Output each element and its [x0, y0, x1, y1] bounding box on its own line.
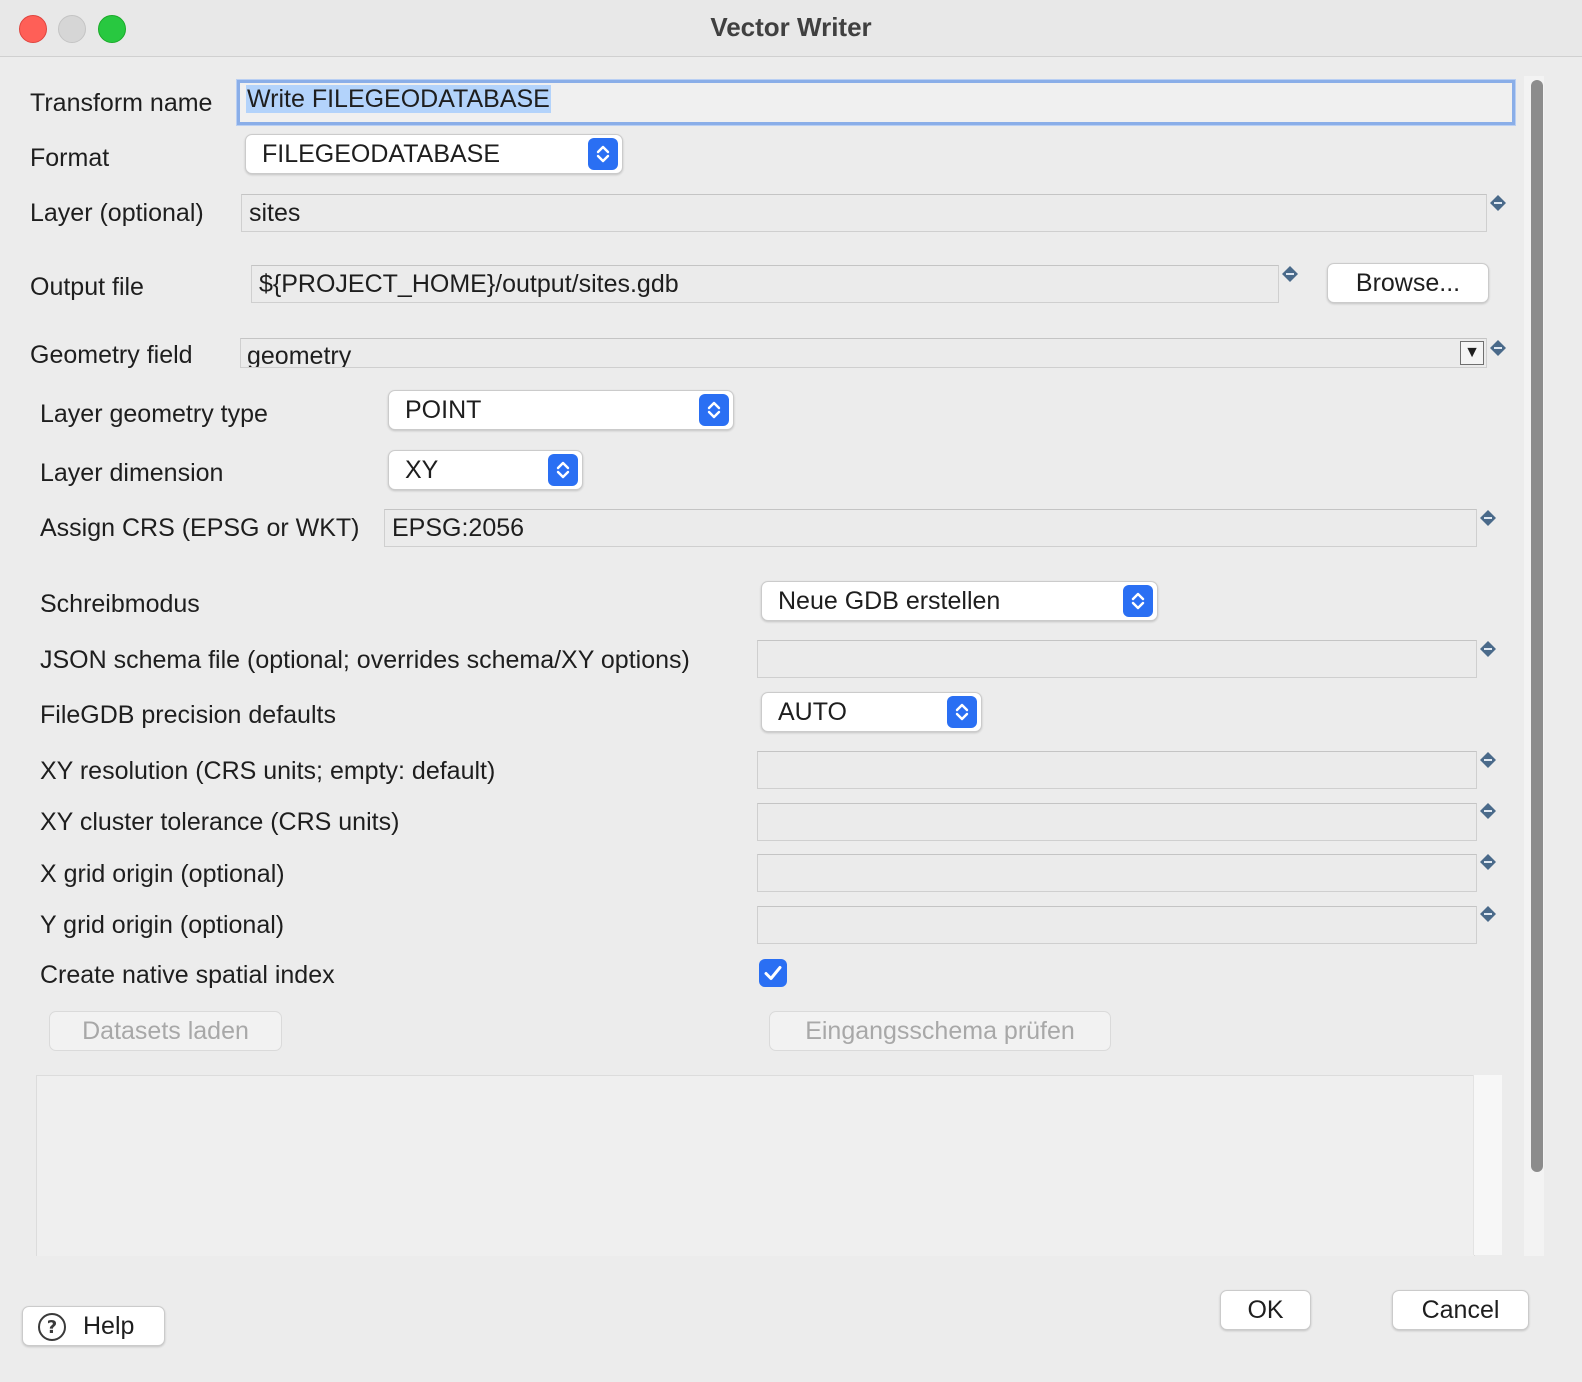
- load-datasets-button[interactable]: Datasets laden: [49, 1011, 282, 1051]
- dropdown-arrow-icon[interactable]: ▼: [1460, 341, 1484, 365]
- variable-diamond-icon[interactable]: [1479, 509, 1497, 527]
- check-schema-button[interactable]: Eingangsschema prüfen: [769, 1011, 1111, 1051]
- x-grid-origin-label: X grid origin (optional): [40, 860, 285, 888]
- schreibmodus-select[interactable]: Neue GDB erstellen: [761, 581, 1158, 621]
- assign-crs-label: Assign CRS (EPSG or WKT): [40, 514, 360, 542]
- up-down-arrows-icon: [947, 696, 977, 728]
- xy-cluster-tolerance-label: XY cluster tolerance (CRS units): [40, 808, 400, 836]
- variable-diamond-icon[interactable]: [1479, 640, 1497, 658]
- schreibmodus-value: Neue GDB erstellen: [778, 587, 1001, 615]
- up-down-arrows-icon: [588, 138, 618, 170]
- transform-name-value: Write FILEGEODATABASE: [246, 85, 551, 113]
- layer-dimension-value: XY: [405, 456, 439, 484]
- dialog-scrollbar-thumb[interactable]: [1531, 80, 1543, 1172]
- log-scrollbar[interactable]: [1473, 1075, 1502, 1255]
- variable-diamond-icon[interactable]: [1489, 339, 1507, 357]
- transform-name-label: Transform name: [30, 89, 213, 117]
- ok-button[interactable]: OK: [1220, 1290, 1311, 1330]
- layer-geometry-type-value: POINT: [405, 396, 482, 424]
- up-down-arrows-icon: [1123, 585, 1153, 617]
- xy-cluster-tolerance-input[interactable]: [757, 803, 1477, 841]
- geometry-field-label: Geometry field: [30, 341, 193, 369]
- xy-resolution-input[interactable]: [757, 751, 1477, 789]
- layer-input[interactable]: sites: [241, 194, 1487, 232]
- help-button[interactable]: ? Help: [22, 1306, 165, 1346]
- variable-diamond-icon[interactable]: [1489, 194, 1507, 212]
- assign-crs-input[interactable]: EPSG:2056: [384, 509, 1477, 547]
- window-title: Vector Writer: [710, 12, 872, 42]
- layer-geometry-type-select[interactable]: POINT: [388, 390, 734, 430]
- layer-dimension-select[interactable]: XY: [388, 450, 583, 490]
- json-schema-file-label: JSON schema file (optional; overrides sc…: [40, 646, 690, 674]
- precision-defaults-label: FileGDB precision defaults: [40, 701, 336, 729]
- output-file-input[interactable]: ${PROJECT_HOME}/output/sites.gdb: [251, 265, 1279, 303]
- up-down-arrows-icon: [548, 454, 578, 486]
- svg-text:?: ?: [47, 1317, 57, 1338]
- spatial-index-checkbox[interactable]: [759, 959, 787, 987]
- layer-dimension-label: Layer dimension: [40, 459, 224, 487]
- checkmark-icon: [764, 966, 782, 980]
- precision-defaults-value: AUTO: [778, 698, 847, 726]
- geometry-field-combobox[interactable]: geometry: [240, 338, 1487, 368]
- layer-geometry-type-label: Layer geometry type: [40, 400, 268, 428]
- json-schema-file-input[interactable]: [757, 640, 1477, 678]
- y-grid-origin-input[interactable]: [757, 906, 1477, 944]
- xy-resolution-label: XY resolution (CRS units; empty: default…: [40, 757, 496, 785]
- schreibmodus-label: Schreibmodus: [40, 590, 200, 618]
- variable-diamond-icon[interactable]: [1479, 751, 1497, 769]
- log-text-area[interactable]: [36, 1075, 1475, 1256]
- variable-diamond-icon[interactable]: [1479, 853, 1497, 871]
- up-down-arrows-icon: [699, 394, 729, 426]
- format-label: Format: [30, 144, 110, 172]
- variable-diamond-icon[interactable]: [1479, 905, 1497, 923]
- spatial-index-label: Create native spatial index: [40, 961, 335, 989]
- geometry-field-value: geometry: [247, 342, 352, 368]
- y-grid-origin-label: Y grid origin (optional): [40, 911, 285, 939]
- question-mark-icon: ?: [38, 1313, 66, 1341]
- precision-defaults-select[interactable]: AUTO: [761, 692, 982, 732]
- variable-diamond-icon[interactable]: [1281, 265, 1299, 283]
- format-select[interactable]: FILEGEODATABASE: [245, 134, 623, 174]
- layer-label: Layer (optional): [30, 199, 204, 227]
- format-value: FILEGEODATABASE: [262, 140, 501, 168]
- help-label: Help: [83, 1312, 135, 1340]
- output-file-label: Output file: [30, 273, 144, 301]
- variable-diamond-icon[interactable]: [1479, 802, 1497, 820]
- browse-button[interactable]: Browse...: [1327, 263, 1489, 303]
- title-bar: Vector Writer: [0, 0, 1582, 57]
- x-grid-origin-input[interactable]: [757, 854, 1477, 892]
- transform-name-input[interactable]: Write FILEGEODATABASE: [237, 80, 1515, 125]
- cancel-button[interactable]: Cancel: [1392, 1290, 1529, 1330]
